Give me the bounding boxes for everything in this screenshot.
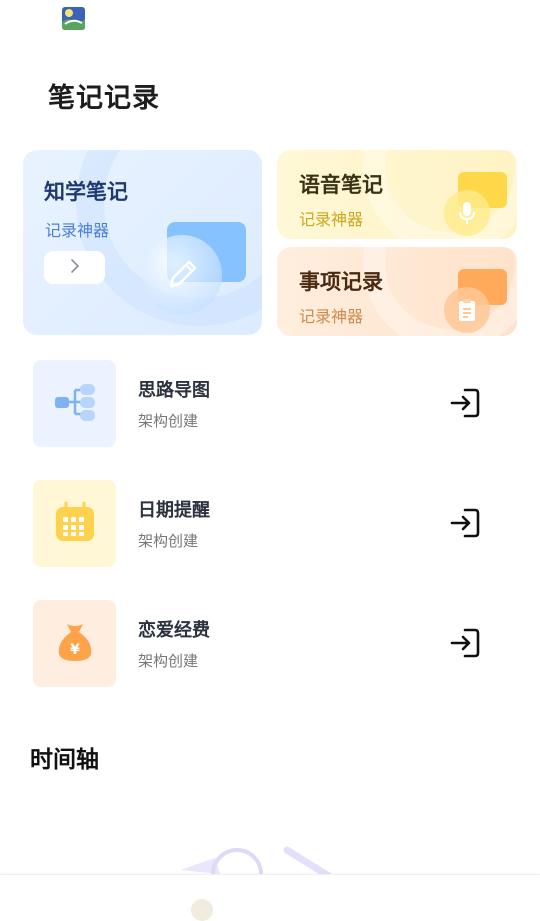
item-desc: 架构创建 [138, 652, 199, 670]
card-task-records[interactable]: 事项记录 记录神器 [277, 247, 517, 336]
page-title: 笔记记录 [48, 83, 160, 114]
pencil-icon [142, 235, 222, 315]
bottom-bar [0, 874, 540, 906]
card-title: 知学笔记 [44, 180, 128, 204]
chevron-right-icon [68, 257, 82, 279]
list-item-love-budget[interactable]: ¥ 恋爱经费 架构创建 [33, 600, 493, 688]
svg-text:¥: ¥ [70, 642, 80, 658]
item-desc: 架构创建 [138, 412, 199, 430]
card-title: 事项记录 [299, 270, 383, 294]
item-title: 思路导图 [138, 380, 210, 401]
calendar-icon [53, 500, 97, 548]
card-subtitle: 记录神器 [299, 210, 364, 229]
list-item-mindmap[interactable]: 思路导图 架构创建 [33, 360, 493, 448]
card-title: 语音笔记 [299, 173, 383, 197]
enter-icon[interactable] [449, 626, 483, 660]
tile [33, 360, 116, 447]
enter-icon[interactable] [449, 506, 483, 540]
app-logo-icon [62, 7, 85, 30]
card-knowledge-notes[interactable]: 知学笔记 记录神器 [23, 150, 262, 335]
clipboard-icon [444, 287, 490, 333]
tile: ¥ [33, 600, 116, 687]
item-title: 恋爱经费 [138, 620, 210, 641]
open-button[interactable] [44, 251, 105, 284]
card-subtitle: 记录神器 [45, 221, 110, 240]
mindmap-icon [53, 380, 97, 428]
item-title: 日期提醒 [138, 500, 210, 521]
decor-dot [191, 899, 213, 921]
microphone-icon [444, 190, 490, 236]
tile [33, 480, 116, 567]
timeline-title: 时间轴 [30, 747, 99, 773]
card-subtitle: 记录神器 [299, 307, 364, 326]
list-item-date-reminder[interactable]: 日期提醒 架构创建 [33, 480, 493, 568]
enter-icon[interactable] [449, 386, 483, 420]
money-bag-icon: ¥ [53, 620, 97, 668]
item-desc: 架构创建 [138, 532, 199, 550]
card-voice-notes[interactable]: 语音笔记 记录神器 [277, 150, 517, 239]
